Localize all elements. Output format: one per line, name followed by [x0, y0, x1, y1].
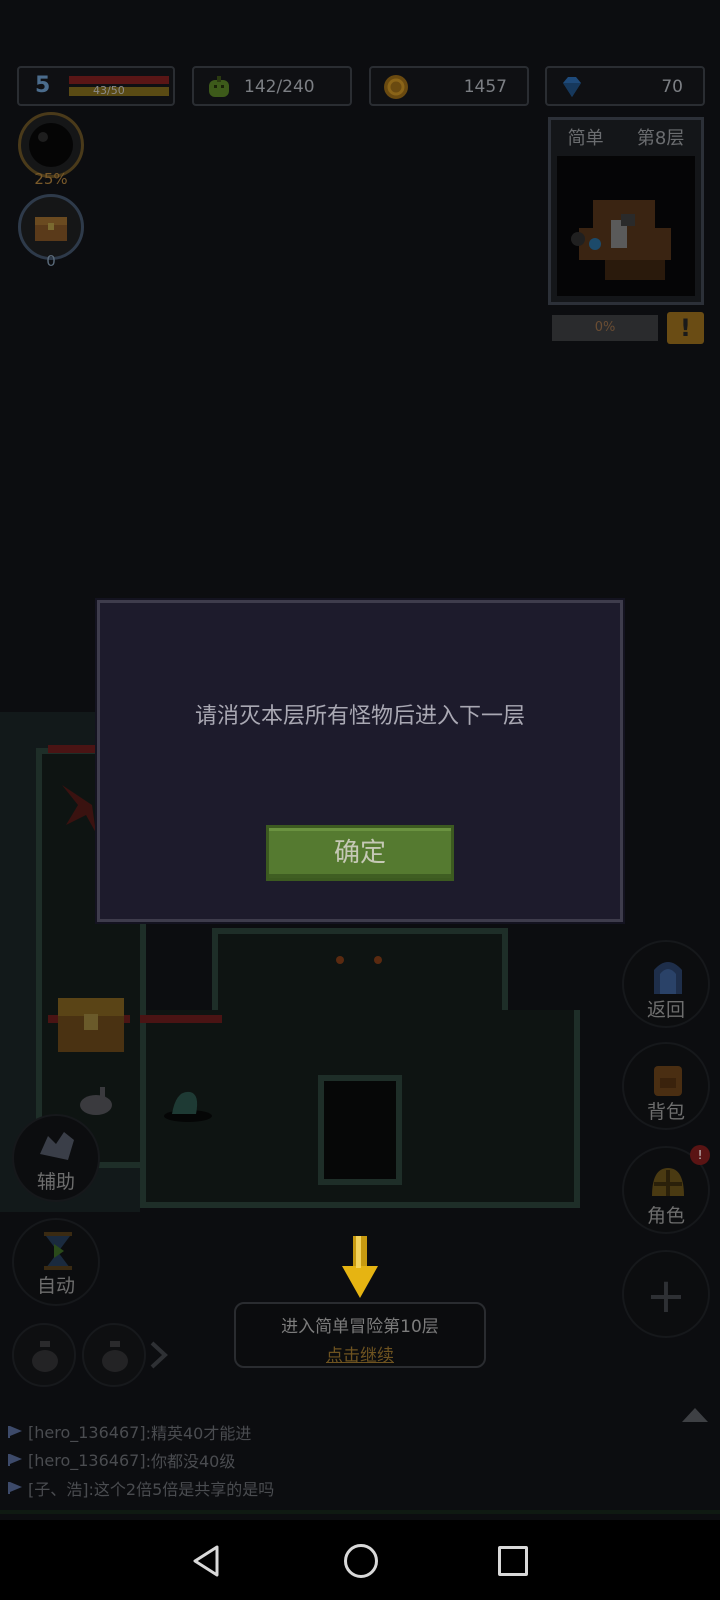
- character-label: 角色: [646, 1205, 685, 1227]
- hourglass-play-icon: [44, 1232, 72, 1270]
- orb-percent: 25%: [34, 170, 68, 188]
- alert-dialog: 请消灭本层所有怪物后进入下一层 确定: [97, 600, 623, 922]
- treasure-chest-icon: [35, 217, 67, 241]
- dialog-message: 请消灭本层所有怪物后进入下一层: [194, 704, 525, 729]
- potion-jar-icon: [102, 1341, 128, 1372]
- black-orb-icon: [29, 123, 73, 167]
- minimap-monster-icon: [571, 232, 585, 246]
- chat-message[interactable]: [hero_136467] :精英40才能进: [8, 1420, 251, 1444]
- chat-sender: [子、浩]: [28, 1480, 89, 1499]
- chevron-right-icon[interactable]: [148, 1340, 170, 1370]
- minimap-header: 简单 第8层: [551, 124, 701, 150]
- plus-icon: +: [645, 1268, 687, 1324]
- chat-message[interactable]: [子、浩] :这个2倍5倍是共享的是吗: [8, 1476, 274, 1500]
- gem-panel[interactable]: 70: [545, 66, 705, 106]
- minimap-stairs-icon: [621, 214, 635, 226]
- energy-value: 142/240: [244, 77, 315, 97]
- potion-slot-1[interactable]: [12, 1323, 76, 1387]
- hp-value: 43/50: [93, 84, 125, 97]
- minimap-room: [605, 260, 665, 280]
- gold-panel[interactable]: 1457: [369, 66, 529, 106]
- next-floor-prompt[interactable]: 进入简单冒险第10层 点击继续: [234, 1302, 486, 1368]
- torch-light: [336, 956, 344, 964]
- assist-label: 辅助: [36, 1171, 75, 1193]
- chat-sender: [hero_136467]: [28, 1450, 146, 1470]
- home-icon[interactable]: [344, 1544, 378, 1578]
- floor-progress: 0%: [552, 315, 658, 341]
- minimap[interactable]: 简单 第8层: [548, 117, 704, 305]
- chat-expand-icon[interactable]: [682, 1408, 708, 1422]
- continue-link[interactable]: 点击继续: [236, 1341, 484, 1366]
- torch-light: [374, 956, 382, 964]
- down-arrow-icon: [342, 1236, 378, 1298]
- glove-icon: [40, 1132, 74, 1160]
- helmet-icon: [652, 1168, 684, 1196]
- red-creature-sprite[interactable]: [56, 775, 102, 835]
- add-button[interactable]: +: [622, 1250, 710, 1338]
- system-nav-bar: [0, 1520, 720, 1600]
- orb-badge[interactable]: [18, 112, 84, 178]
- difficulty-label: 简单: [567, 128, 604, 149]
- recent-apps-icon[interactable]: [498, 1546, 528, 1576]
- minimap-gem-icon: [589, 238, 601, 250]
- minimap-view: [557, 156, 695, 296]
- potion-jar-icon: [32, 1341, 58, 1372]
- chest-badge[interactable]: [18, 194, 84, 260]
- pumpkin-energy-icon: [209, 76, 229, 97]
- chat-sender: [hero_136467]: [28, 1422, 146, 1442]
- enemy-hp-bar: [140, 1015, 222, 1023]
- slime-monster-sprite[interactable]: [160, 1082, 216, 1122]
- diamond-icon: [563, 77, 581, 97]
- back-icon[interactable]: [191, 1544, 221, 1578]
- player-level: 5: [35, 73, 51, 98]
- assist-button[interactable]: 辅助: [12, 1114, 100, 1202]
- flag-icon: [8, 1482, 22, 1494]
- auto-label: 自动: [36, 1275, 75, 1297]
- hp-panel[interactable]: 5 43/50: [17, 66, 175, 106]
- notification-dot: !: [690, 1145, 710, 1165]
- enemy-hp-bar: [48, 745, 100, 753]
- return-portal-icon: [654, 962, 682, 994]
- return-button[interactable]: 返回: [622, 940, 710, 1028]
- chat-text: :精英40才能进: [145, 1424, 252, 1443]
- next-floor-title: 进入简单冒险第10层: [281, 1317, 439, 1337]
- bottom-strip: [0, 1510, 720, 1514]
- rabbit-monster-sprite[interactable]: [74, 1083, 118, 1117]
- auto-button[interactable]: 自动: [12, 1218, 100, 1306]
- gold-coin-icon: [384, 75, 408, 99]
- dungeon-doorway: [318, 1075, 402, 1185]
- flag-icon: [8, 1426, 22, 1438]
- chat-text: :你都没40级: [145, 1452, 236, 1471]
- flag-icon: [8, 1454, 22, 1466]
- floor-label: 第8层: [636, 128, 685, 149]
- bag-label: 背包: [646, 1101, 685, 1123]
- bag-button[interactable]: 背包: [622, 1042, 710, 1130]
- game-screen: 5 43/50 142/240 1457 70 25% 0 简单 第8层 0% …: [0, 0, 720, 1600]
- potion-slot-2[interactable]: [82, 1323, 146, 1387]
- energy-panel[interactable]: 142/240: [192, 66, 352, 106]
- hp-bar: [69, 76, 169, 84]
- chest-count: 0: [46, 252, 56, 270]
- gem-value: 70: [661, 77, 683, 97]
- confirm-button[interactable]: 确定: [266, 825, 454, 881]
- chat-text: :这个2倍5倍是共享的是吗: [88, 1480, 275, 1499]
- gold-value: 1457: [463, 77, 507, 97]
- chat-message[interactable]: [hero_136467] :你都没40级: [8, 1448, 235, 1472]
- return-label: 返回: [646, 999, 685, 1021]
- treasure-chest-sprite[interactable]: [54, 992, 128, 1058]
- alert-button[interactable]: !: [667, 312, 704, 344]
- backpack-icon: [654, 1066, 682, 1096]
